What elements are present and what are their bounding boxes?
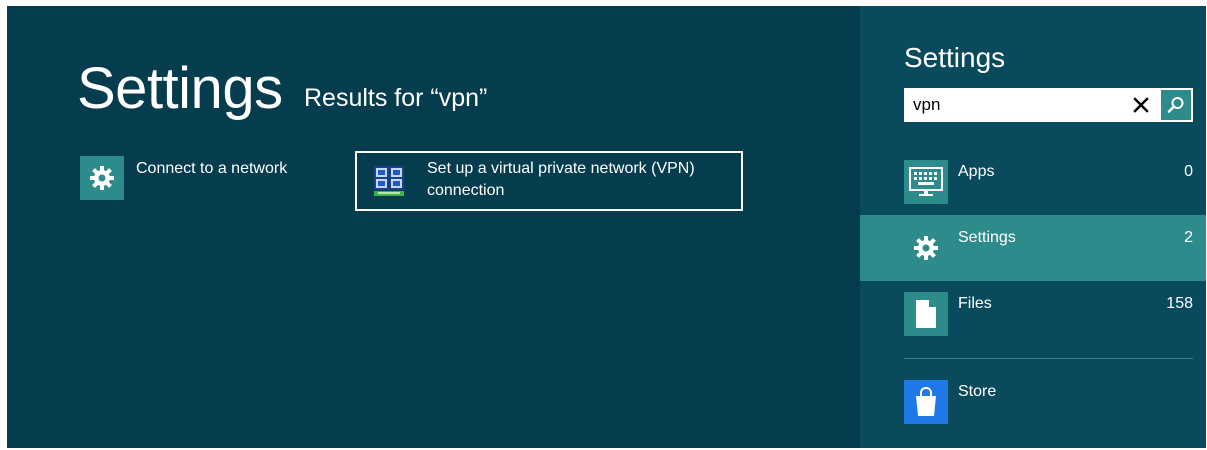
scope-count: 158 [1166, 295, 1193, 312]
scope-count: 2 [1184, 229, 1193, 246]
search-button[interactable] [1161, 90, 1191, 120]
result-setup-vpn[interactable]: Set up a virtual private network (VPN) c… [355, 151, 743, 211]
search-input[interactable] [913, 93, 1123, 117]
search-results-area: Settings Results for “vpn” Connect to a … [7, 6, 860, 448]
scope-count: 0 [1184, 163, 1193, 180]
clear-search-button[interactable] [1128, 91, 1154, 119]
result-label: Set up a virtual private network (VPN) c… [427, 158, 695, 202]
search-box [904, 88, 1193, 122]
gear-icon [904, 226, 948, 270]
result-label-line-1: Set up a virtual private network (VPN) [427, 160, 695, 177]
search-icon [1167, 97, 1184, 113]
file-icon [904, 292, 948, 336]
result-label: Connect to a network [136, 160, 288, 177]
scope-apps[interactable]: Apps 0 [860, 149, 1206, 215]
results-heading: Results for “vpn” [304, 84, 488, 112]
search-pane: Settings vpn Apps 0 Settings 2 Files 158… [860, 6, 1206, 448]
result-label-line-2: connection [427, 182, 505, 199]
scope-files[interactable]: Files 158 [860, 281, 1206, 347]
scope-label: Files [958, 295, 992, 312]
close-icon [1133, 97, 1149, 113]
scope-label: Settings [958, 229, 1016, 246]
scope-divider [904, 358, 1193, 359]
search-pane-title: Settings [904, 42, 1006, 73]
scope-label: Store [958, 383, 997, 400]
apps-keyboard-icon [904, 160, 948, 204]
scope-settings[interactable]: Settings 2 [860, 215, 1206, 281]
result-connect-to-network[interactable]: Connect to a network [80, 156, 320, 206]
scope-store[interactable]: Store [860, 369, 1206, 435]
scope-label: Apps [958, 163, 995, 180]
search-screen: Settings Results for “vpn” Connect to a … [7, 6, 1206, 448]
store-bag-icon [904, 380, 948, 424]
page-title: Settings [77, 56, 283, 121]
gear-icon [80, 156, 124, 200]
vpn-network-icon [367, 159, 411, 203]
